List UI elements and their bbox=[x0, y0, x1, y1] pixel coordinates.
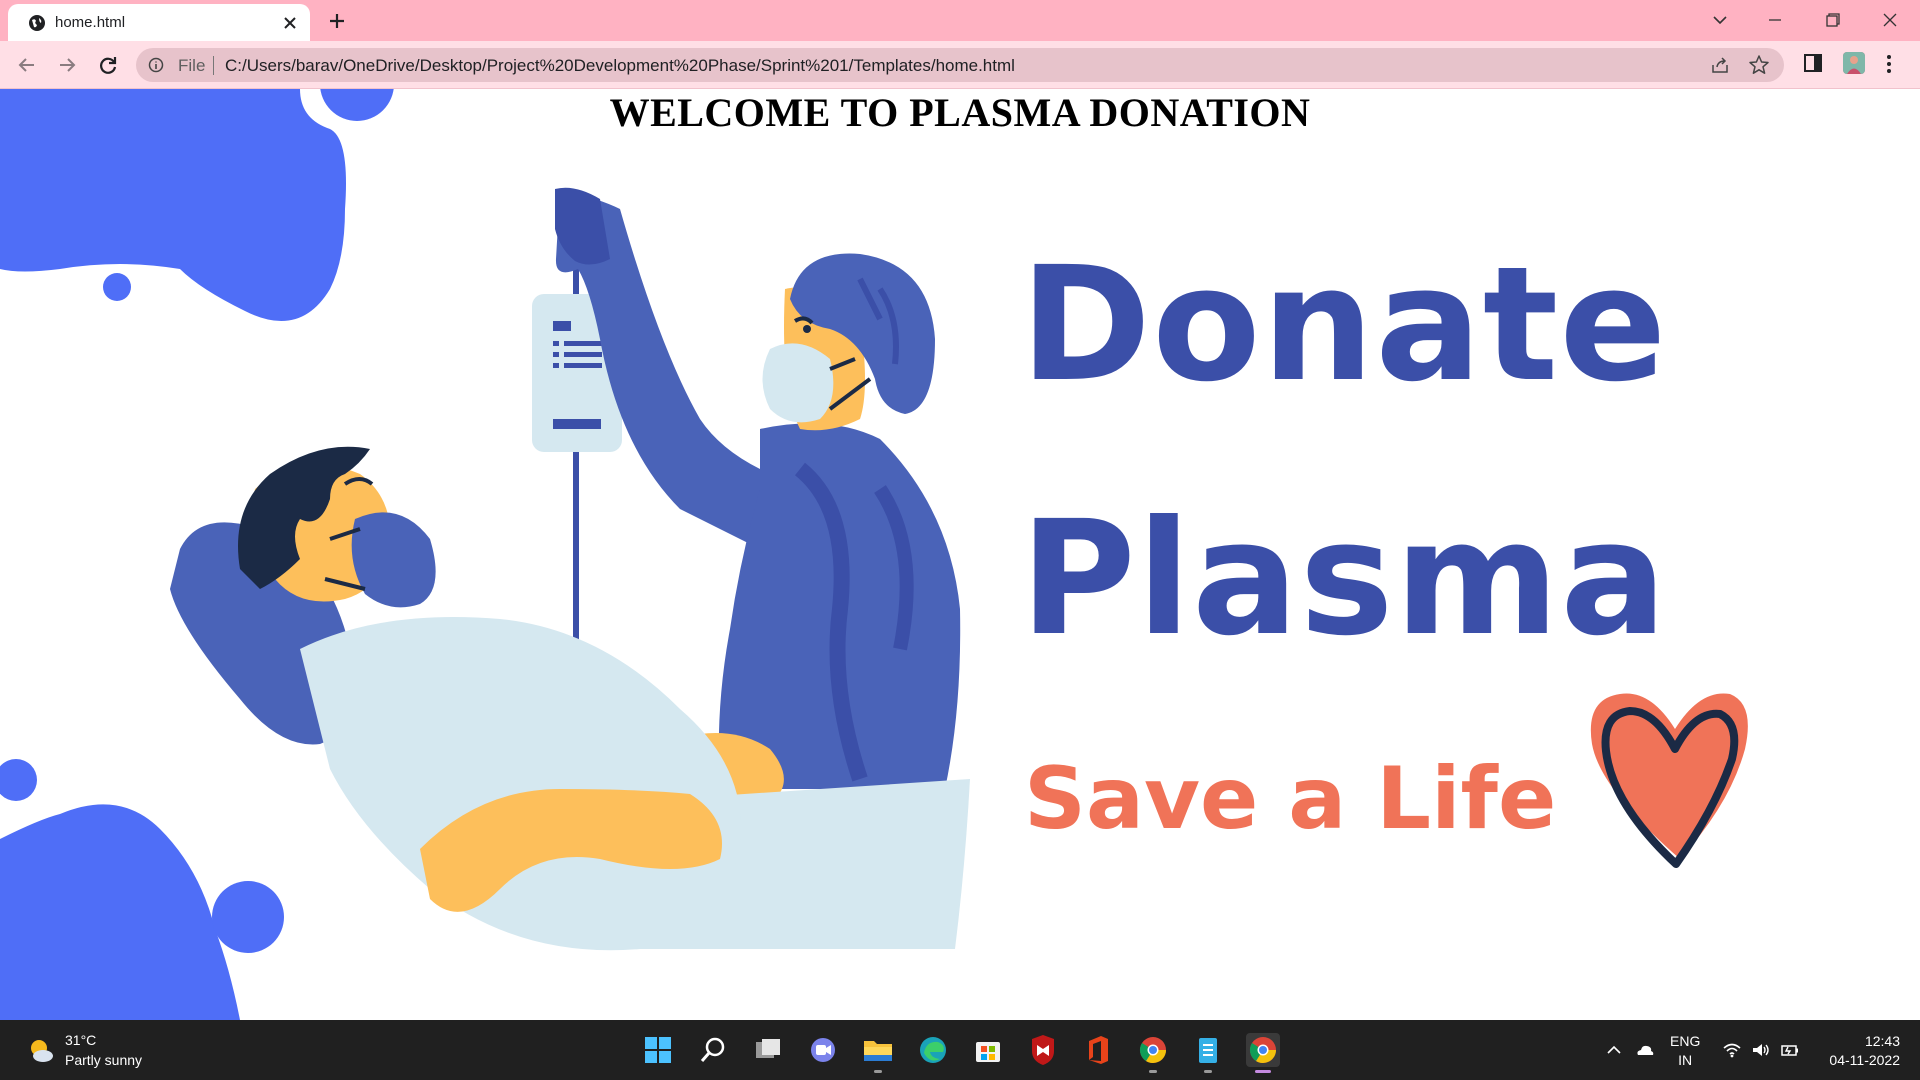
notepad-icon bbox=[1199, 1038, 1217, 1063]
page-title: WELCOME TO PLASMA DONATION bbox=[609, 90, 1311, 135]
battery-icon[interactable] bbox=[1780, 1040, 1800, 1060]
browser-tab[interactable]: home.html bbox=[8, 4, 310, 41]
office-button[interactable] bbox=[1081, 1033, 1115, 1067]
weather-description[interactable]: Partly sunny bbox=[65, 1052, 142, 1068]
url-text[interactable]: C:/Users/barav/OneDrive/Desktop/Project%… bbox=[225, 56, 1015, 76]
task-view-button[interactable] bbox=[751, 1033, 785, 1067]
avatar-image bbox=[1843, 52, 1865, 74]
heart-icon bbox=[1590, 693, 1748, 868]
input-language[interactable]: ENG IN bbox=[1670, 1032, 1700, 1070]
file-explorer-button[interactable] bbox=[861, 1033, 895, 1073]
side-panel-icon[interactable] bbox=[1803, 53, 1823, 73]
forward-icon[interactable] bbox=[54, 52, 80, 78]
patient-figure bbox=[170, 446, 742, 951]
address-separator bbox=[213, 56, 214, 75]
chrome-icon bbox=[1139, 1037, 1167, 1064]
address-bar[interactable]: File C:/Users/barav/OneDrive/Desktop/Pro… bbox=[136, 48, 1784, 82]
info-icon[interactable] bbox=[148, 57, 164, 73]
profile-avatar[interactable] bbox=[1843, 52, 1865, 74]
chevron-up-icon[interactable] bbox=[1604, 1040, 1624, 1060]
windows-logo-icon bbox=[645, 1037, 671, 1063]
weather-temperature[interactable]: 31°C bbox=[65, 1032, 96, 1048]
store-icon bbox=[976, 1042, 1000, 1062]
tab-title: home.html bbox=[55, 14, 126, 31]
wifi-icon[interactable] bbox=[1722, 1040, 1742, 1060]
share-icon[interactable] bbox=[1710, 55, 1730, 75]
kebab-menu-icon[interactable] bbox=[1884, 52, 1894, 76]
windows-taskbar: 31°C Partly sunny ENG IN 12:43 04-11-202… bbox=[0, 1020, 1920, 1080]
volume-icon[interactable] bbox=[1751, 1040, 1771, 1060]
system-clock[interactable]: 12:43 04-11-2022 bbox=[1820, 1032, 1900, 1070]
browser-tab-bar: home.html bbox=[0, 0, 1920, 41]
region-code: IN bbox=[1678, 1052, 1693, 1068]
clock-time: 12:43 bbox=[1864, 1033, 1900, 1049]
mcafee-shield-icon bbox=[1032, 1035, 1054, 1065]
active-indicator bbox=[1255, 1070, 1271, 1073]
minimize-icon[interactable] bbox=[1763, 8, 1787, 32]
onedrive-cloud-icon[interactable] bbox=[1635, 1040, 1655, 1060]
clock-date: 04-11-2022 bbox=[1829, 1052, 1900, 1068]
hero-tagline: Save a Life bbox=[1024, 749, 1557, 849]
task-view-icon bbox=[756, 1039, 780, 1058]
chrome-button[interactable] bbox=[1136, 1033, 1170, 1073]
bookmark-star-icon[interactable] bbox=[1748, 54, 1770, 76]
edge-button[interactable] bbox=[916, 1033, 950, 1067]
browser-toolbar: File C:/Users/barav/OneDrive/Desktop/Pro… bbox=[0, 41, 1920, 89]
close-tab-icon[interactable] bbox=[280, 13, 300, 33]
scheme-label: File bbox=[178, 56, 206, 75]
running-indicator bbox=[1149, 1070, 1157, 1073]
language-code: ENG bbox=[1670, 1033, 1701, 1049]
running-indicator bbox=[874, 1070, 882, 1073]
chrome-icon bbox=[1249, 1037, 1277, 1064]
page-content: WELCOME TO PLASMA DONATION Donate Plasma… bbox=[0, 89, 1920, 1020]
tab-search-icon[interactable] bbox=[1708, 8, 1732, 32]
folder-icon bbox=[864, 1041, 892, 1061]
notepad-button[interactable] bbox=[1191, 1033, 1225, 1073]
close-window-icon[interactable] bbox=[1878, 8, 1902, 32]
back-icon[interactable] bbox=[14, 52, 40, 78]
edge-icon bbox=[920, 1037, 946, 1063]
chrome-active-button[interactable] bbox=[1246, 1033, 1280, 1073]
search-icon bbox=[700, 1037, 725, 1062]
store-button[interactable] bbox=[971, 1033, 1005, 1067]
mcafee-button[interactable] bbox=[1026, 1033, 1060, 1067]
start-button[interactable] bbox=[641, 1033, 675, 1067]
hero-word-donate: Donate bbox=[1020, 233, 1668, 417]
partly-sunny-icon[interactable] bbox=[26, 1036, 56, 1066]
running-indicator bbox=[1204, 1070, 1212, 1073]
teams-chat-button[interactable] bbox=[806, 1033, 840, 1067]
office-icon bbox=[1089, 1036, 1108, 1064]
decorative-blob-bottom bbox=[0, 759, 284, 1020]
search-button[interactable] bbox=[696, 1033, 730, 1067]
globe-icon bbox=[29, 15, 45, 31]
restore-icon[interactable] bbox=[1821, 8, 1845, 32]
reload-icon[interactable] bbox=[95, 52, 121, 78]
new-tab-icon[interactable] bbox=[324, 10, 350, 32]
hero-word-plasma: Plasma bbox=[1020, 487, 1668, 671]
chat-icon bbox=[811, 1038, 835, 1062]
